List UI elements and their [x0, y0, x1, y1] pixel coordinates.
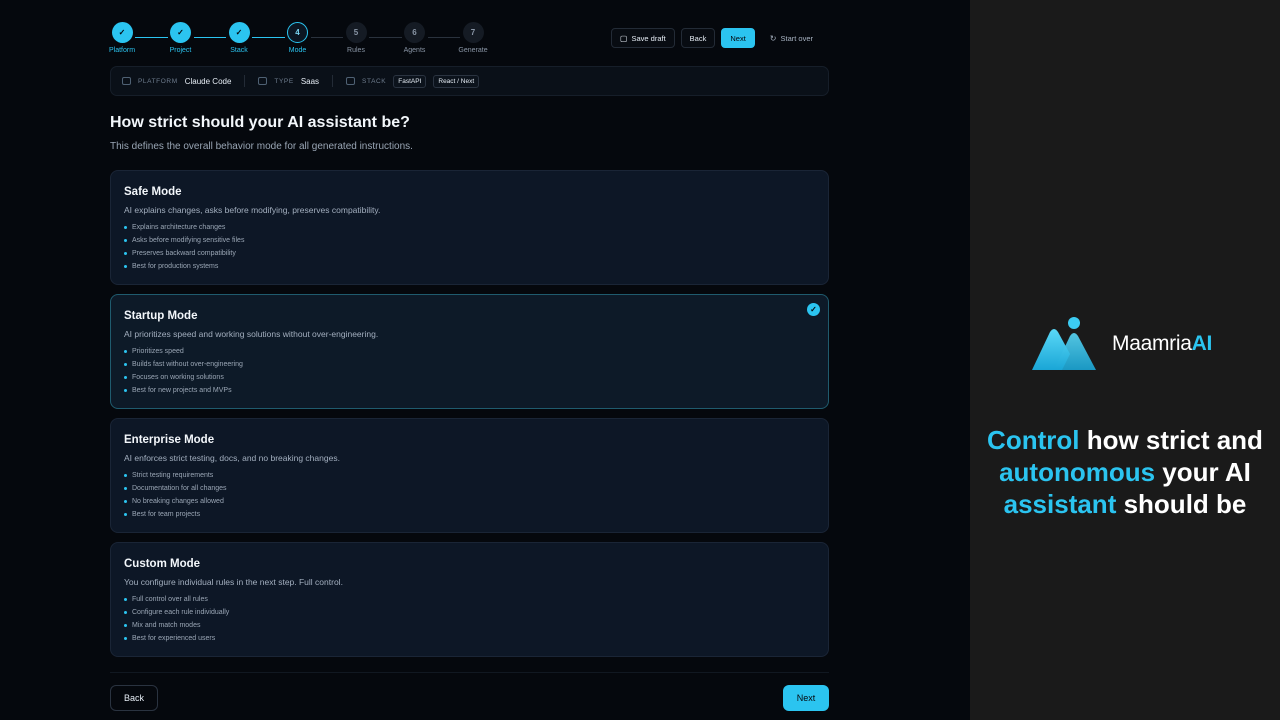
stack-icon — [346, 77, 356, 85]
step-label: Stack — [230, 47, 248, 54]
check-icon: ✓ — [170, 22, 191, 43]
mode-feature: Best for production systems — [124, 260, 815, 273]
step-label: Agents — [403, 47, 426, 54]
brand-name-accent: AI — [1191, 332, 1213, 355]
footer-divider — [110, 672, 829, 673]
step-platform[interactable]: ✓ Platform — [92, 22, 152, 54]
step-label: Rules — [347, 47, 365, 54]
step-agents[interactable]: 6 Agents — [385, 22, 445, 54]
platform-value: Claude Code — [184, 76, 232, 86]
save-draft-button[interactable]: ▢ Save draft — [610, 28, 675, 48]
step-rules[interactable]: 5 Rules — [326, 22, 386, 54]
mode-feature-list: Full control over all rules Configure eac… — [124, 593, 815, 645]
mode-feature: Asks before modifying sensitive files — [124, 234, 815, 247]
tagline-part: Control — [987, 425, 1080, 455]
platform-icon — [122, 77, 131, 85]
save-draft-label: Save draft — [631, 33, 666, 43]
step-mode[interactable]: 4 Mode — [268, 22, 328, 54]
step-number: 4 — [287, 22, 308, 43]
mode-feature: Full control over all rules — [124, 593, 815, 606]
mode-feature: Best for team projects — [124, 508, 815, 521]
back-button[interactable]: Back — [110, 685, 158, 711]
check-icon: ✓ — [111, 22, 133, 43]
mode-description: AI enforces strict testing, docs, and no… — [124, 453, 340, 463]
mode-feature: Strict testing requirements — [124, 469, 815, 482]
tagline-part: autonomous — [999, 457, 1156, 487]
top-next-button[interactable]: Next — [721, 28, 755, 48]
stack-chip: FastAPI — [393, 74, 427, 88]
context-bar: PLATFORM Claude Code TYPE Saas STACK Fas… — [110, 66, 829, 96]
step-number: 7 — [462, 22, 484, 43]
mode-title: Custom Mode — [124, 558, 201, 570]
mode-card-custom[interactable]: Custom Mode You configure individual rule… — [110, 542, 829, 657]
mode-card-enterprise[interactable]: Enterprise Mode AI enforces strict testin… — [110, 418, 829, 533]
document-icon: ▢ — [619, 33, 628, 43]
step-stack[interactable]: ✓ Stack — [209, 22, 269, 54]
tagline-part: assistant — [1003, 489, 1117, 519]
mode-title: Safe Mode — [124, 186, 182, 198]
mode-card-safe[interactable]: Safe Mode AI explains changes, asks befor… — [110, 170, 829, 285]
stack-chip: React / Next — [433, 74, 480, 88]
page-subtitle: This defines the overall behavior mode f… — [110, 141, 413, 152]
mode-description: You configure individual rules in the ne… — [124, 577, 343, 587]
promo-panel: MaamriaAI Control how strict and autonom… — [970, 0, 1280, 720]
check-circle-icon: ✓ — [807, 303, 820, 316]
check-icon: ✓ — [228, 22, 250, 43]
mode-feature: Best for new projects and MVPs — [124, 384, 815, 397]
start-over-label: Start over — [780, 33, 813, 43]
mode-description: AI prioritizes speed and working solutio… — [124, 329, 379, 339]
mode-feature-list: Explains architecture changes Asks before… — [124, 221, 815, 273]
step-label: Generate — [458, 47, 488, 54]
folder-icon — [258, 77, 268, 85]
mode-feature: Focuses on working solutions — [124, 371, 815, 384]
type-key: TYPE — [274, 77, 294, 85]
step-project[interactable]: ✓ Project — [151, 22, 211, 54]
top-back-label: Back — [689, 33, 707, 43]
step-number: 6 — [404, 22, 425, 43]
mode-feature-list: Strict testing requirements Documentation… — [124, 469, 815, 521]
mode-feature: Explains architecture changes — [124, 221, 815, 234]
context-separator — [244, 75, 246, 87]
platform-key: PLATFORM — [138, 77, 178, 85]
mode-feature: Prioritizes speed — [124, 345, 815, 358]
tagline-part: your AI — [1155, 457, 1251, 487]
wizard-app: ✓ Platform ✓ Project ✓ Stack 4 Mode 5 Rules 6 Agent… — [0, 0, 970, 720]
mode-description: AI explains changes, asks before modifyi… — [124, 205, 381, 215]
context-separator — [332, 75, 334, 87]
mode-feature: Preserves backward compatibility — [124, 247, 815, 260]
type-value: Saas — [300, 76, 320, 86]
mode-feature-list: Prioritizes speed Builds fast without ove… — [124, 345, 815, 397]
mode-title: Startup Mode — [124, 310, 198, 322]
promo-tagline: Control how strict and autonomous your A… — [970, 424, 1280, 520]
step-number: 5 — [345, 22, 367, 43]
mode-feature: Best for experienced users — [124, 632, 815, 645]
step-label: Project — [169, 47, 192, 54]
mode-title: Enterprise Mode — [124, 434, 215, 446]
mode-feature: Mix and match modes — [124, 619, 815, 632]
step-label: Mode — [288, 47, 307, 54]
tagline-part: should be — [1116, 489, 1247, 519]
tagline-part: how strict and — [1079, 425, 1263, 455]
back-label: Back — [123, 693, 144, 703]
brand-logo: MaamriaAI — [1032, 316, 1212, 372]
mode-feature: Documentation for all changes — [124, 482, 815, 495]
page-title: How strict should your AI assistant be? — [110, 114, 410, 131]
toolbar: ▢ Save draft Back Next ↻ Start over — [610, 28, 822, 48]
next-button[interactable]: Next — [783, 685, 829, 711]
brand-name: MaamriaAI — [1112, 332, 1212, 356]
mode-feature: No breaking changes allowed — [124, 495, 815, 508]
top-next-label: Next — [730, 33, 746, 43]
mode-card-startup[interactable]: Startup Mode AI prioritizes speed and wor… — [110, 294, 829, 409]
mode-feature: Configure each rule individually — [124, 606, 815, 619]
next-label: Next — [796, 693, 816, 703]
stack-key: STACK — [362, 77, 387, 85]
brand-name-main: Maamria — [1112, 332, 1192, 355]
step-generate[interactable]: 7 Generate — [443, 22, 503, 54]
step-label: Platform — [108, 47, 136, 54]
brand-logo-icon — [1032, 317, 1096, 370]
refresh-icon: ↻ — [769, 33, 777, 43]
start-over-button[interactable]: ↻ Start over — [761, 28, 822, 48]
top-back-button[interactable]: Back — [680, 28, 716, 48]
mode-feature: Builds fast without over-engineering — [124, 358, 815, 371]
